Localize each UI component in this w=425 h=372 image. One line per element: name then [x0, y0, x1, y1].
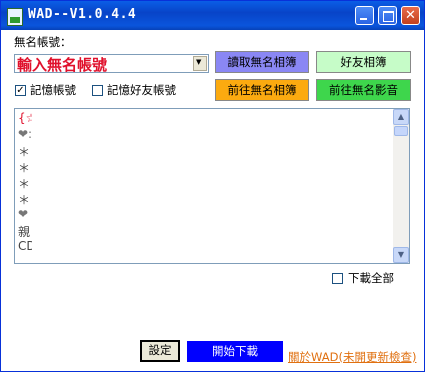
list-item[interactable]: CD — [18, 239, 32, 255]
download-all-checkbox[interactable] — [332, 273, 343, 284]
start-download-button[interactable]: 開始下載 — [187, 341, 283, 362]
about-link[interactable]: 關於WAD(未開更新檢查) — [288, 349, 416, 365]
account-combo[interactable]: 輸入無名帳號 — [14, 54, 209, 75]
close-button[interactable]: ✕ — [401, 6, 420, 25]
download-all-label: 下載全部 — [348, 271, 394, 285]
list-item[interactable]: ＊ — [18, 175, 32, 191]
remember-friend-label: 記憶好友帳號 — [107, 83, 176, 97]
remember-account-label: 記憶帳號 — [30, 83, 76, 97]
window-title: WAD--V1.0.4.4 — [28, 7, 137, 22]
list-item[interactable]: ＊ — [18, 191, 32, 207]
maximize-button[interactable] — [378, 6, 397, 25]
scroll-thumb[interactable] — [394, 126, 408, 136]
list-item[interactable]: ❤ — [18, 207, 32, 223]
scroll-up-icon[interactable]: ▲ — [393, 109, 409, 125]
app-icon — [7, 8, 23, 26]
goto-video-button[interactable]: 前往無名影音 — [316, 79, 411, 101]
list-item[interactable]: ＊ — [18, 159, 32, 175]
chevron-down-icon[interactable] — [193, 56, 207, 71]
remember-account-checkbox[interactable]: ✓ — [15, 85, 26, 96]
account-label: 無名帳號： — [14, 35, 72, 49]
app-window: WAD--V1.0.4.4 ✕ 無名帳號： 輸入無名帳號 讀取無名相簿 好友相簿… — [0, 0, 425, 372]
maximize-icon — [383, 11, 394, 22]
friend-album-button[interactable]: 好友相簿 — [316, 51, 411, 73]
settings-button[interactable]: 設定 — [140, 340, 180, 362]
minimize-button[interactable] — [355, 6, 374, 25]
remember-friend-checkbox[interactable] — [92, 85, 103, 96]
scroll-down-icon[interactable]: ▼ — [393, 247, 409, 263]
minimize-icon — [360, 18, 367, 20]
goto-album-button[interactable]: 前往無名相簿 — [215, 79, 309, 101]
client-area: 無名帳號： 輸入無名帳號 讀取無名相簿 好友相簿 ✓ 記憶帳號 記憶好友帳號 前… — [1, 30, 424, 371]
list-item[interactable]: ❤: — [18, 127, 32, 143]
close-icon: ✕ — [405, 8, 416, 23]
list-item[interactable]: ＊ — [18, 143, 32, 159]
read-album-button[interactable]: 讀取無名相簿 — [215, 51, 309, 73]
list-item[interactable]: {☆ — [18, 111, 32, 127]
album-listbox[interactable]: {☆ ❤: ＊ ＊ ＊ ＊ ❤ 親 CD ▲ ▼ — [14, 108, 410, 264]
account-combo-value[interactable]: 輸入無名帳號 — [17, 54, 107, 75]
list-item[interactable]: 親 — [18, 223, 32, 239]
vertical-scrollbar[interactable]: ▲ ▼ — [393, 109, 409, 263]
title-bar[interactable]: WAD--V1.0.4.4 ✕ — [1, 1, 424, 30]
